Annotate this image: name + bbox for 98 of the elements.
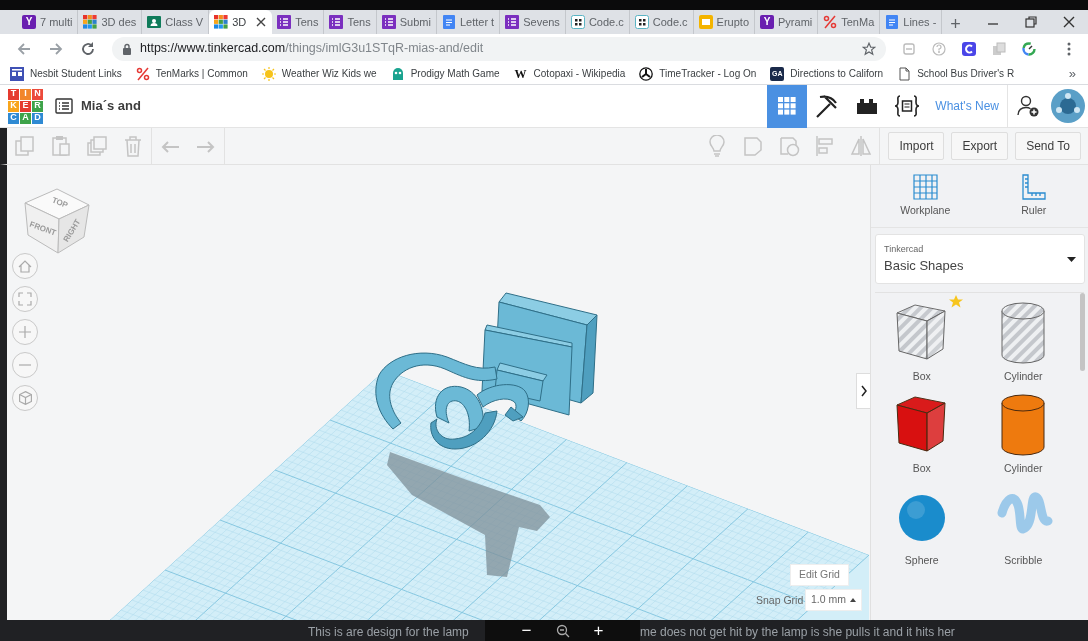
url-text: https://www.tinkercad.com/things/imlG3u1STqR-mias-and/edit	[140, 40, 484, 58]
creature-icon	[390, 66, 405, 81]
grid-icon	[777, 96, 798, 116]
more-bookmarks-button[interactable]: »	[1068, 63, 1076, 84]
shape-item[interactable]: Cylinder	[972, 390, 1074, 477]
fit-view-icon	[18, 292, 32, 306]
bookmark-link[interactable]: TimeTracker - Log On	[639, 66, 757, 81]
zoom-reset-icon[interactable]	[555, 623, 570, 638]
toolbar-button[interactable]: Export	[951, 132, 1009, 160]
workplane-icon	[911, 173, 940, 202]
shape-icon[interactable]	[742, 135, 765, 157]
design-title[interactable]: Mia´s and	[81, 96, 141, 116]
forward-icon[interactable]	[48, 40, 64, 57]
lock-icon	[122, 42, 132, 55]
logo-icon: Y	[22, 15, 36, 29]
browser-tab[interactable]: 3D	[209, 10, 273, 34]
hole-shape-icon[interactable]	[778, 135, 801, 157]
grid-icon	[214, 15, 229, 29]
duplicate-icon[interactable]	[86, 135, 108, 157]
scrollbar[interactable]	[1080, 293, 1085, 371]
slide-icon	[698, 15, 713, 29]
home-icon	[18, 259, 32, 273]
star-icon[interactable]	[862, 41, 876, 56]
copy-icon[interactable]	[992, 41, 1006, 56]
dots-icon	[570, 15, 585, 29]
shape-item[interactable]: Box	[871, 390, 973, 477]
zoom-in-icon	[19, 326, 31, 338]
bookmark-link[interactable]: Prodigy Math Game	[390, 66, 500, 81]
document-icon	[885, 15, 900, 29]
trash-icon[interactable]	[122, 135, 144, 157]
page-icon	[897, 66, 912, 81]
caret-icon	[850, 597, 856, 602]
zoom-out-button[interactable]: −	[521, 622, 532, 639]
shape-item[interactable]: Cylinder	[972, 299, 1074, 385]
percent-icon	[135, 66, 150, 81]
list-icon	[505, 15, 520, 29]
snap-grid-dropdown[interactable]: 1.0 mm	[805, 589, 862, 611]
document-icon	[441, 15, 456, 29]
zoom-in-button[interactable]: +	[593, 622, 604, 639]
list-icon	[277, 15, 292, 29]
menu-icon[interactable]	[1066, 41, 1072, 56]
shape-item[interactable]: Sphere	[871, 482, 973, 569]
toolbar-button[interactable]: Import	[888, 132, 945, 160]
grid-icon	[83, 15, 98, 29]
help-icon[interactable]	[932, 41, 946, 56]
dots-icon	[634, 15, 649, 29]
avatar-icon[interactable]	[1050, 88, 1086, 124]
brick-icon	[856, 97, 879, 115]
panel-tool-button[interactable]: Ruler	[979, 165, 1088, 227]
snap-grid-label: Snap Grid	[756, 593, 804, 608]
copy-icon[interactable]	[14, 135, 36, 157]
zoom-out-button[interactable]	[12, 352, 38, 378]
shape-item[interactable]: Box	[871, 299, 973, 385]
perspective-icon	[18, 391, 32, 405]
back-icon[interactable]	[16, 40, 32, 57]
extension-icon[interactable]	[962, 41, 976, 56]
logo[interactable]: T I N K E R C A D	[8, 88, 43, 124]
edit-grid-button[interactable]: Edit Grid	[790, 564, 849, 586]
bookmark-link[interactable]: School Bus Driver's R	[897, 66, 1015, 81]
list-icon	[381, 15, 396, 29]
chevron-icon	[860, 385, 867, 397]
bookmark-link[interactable]: TenMarks | Common	[135, 66, 248, 81]
person-icon	[147, 15, 162, 29]
perspective-button[interactable]	[12, 385, 38, 411]
panel-toggle-button[interactable]	[856, 373, 870, 409]
add-user-icon	[1016, 94, 1040, 118]
window-icon	[10, 66, 24, 81]
mirror-icon[interactable]	[850, 135, 873, 157]
home-button[interactable]	[12, 253, 38, 279]
caption-text: me does not get hit by the lamp is she pulls it and it hits her	[640, 624, 955, 641]
code-braces-icon	[894, 95, 921, 117]
panel-tool-button[interactable]: Workplane	[871, 165, 980, 227]
gauge-icon[interactable]	[1022, 41, 1036, 56]
close-icon[interactable]	[1062, 15, 1076, 29]
percent-icon	[823, 15, 838, 29]
reload-icon[interactable]	[80, 40, 96, 57]
toolbar-button[interactable]: Send To	[1015, 132, 1081, 160]
library-dropdown[interactable]: Tinkercad Basic Shapes	[875, 234, 1085, 284]
bookmark-link[interactable]: Nesbit Student Links	[10, 66, 122, 81]
address-bar[interactable]: https://www.tinkercad.com/things/imlG3u1STqR-mias-and/edit	[112, 36, 886, 61]
restore-icon[interactable]	[1024, 15, 1038, 29]
clock-icon	[639, 66, 654, 81]
new-tab-button[interactable]: +	[942, 14, 969, 34]
list-icon	[329, 15, 344, 29]
logo-icon: Y	[760, 15, 774, 29]
caret-icon	[1067, 256, 1076, 262]
bookmark-link[interactable]: Weather Wiz Kids we	[261, 66, 377, 81]
paste-icon[interactable]	[50, 135, 72, 157]
zoom-in-button[interactable]	[12, 319, 38, 345]
logo-icon: W	[513, 66, 528, 81]
shape-item[interactable]: Scribble	[972, 482, 1074, 569]
list-icon[interactable]	[55, 98, 73, 114]
caption-text: This is are design for the lamp	[308, 624, 470, 641]
close-icon[interactable]	[256, 17, 267, 27]
sun-icon	[261, 66, 276, 81]
fit-view-button[interactable]	[12, 286, 38, 312]
ruler-icon	[1019, 173, 1048, 202]
bookmark-link[interactable]: W Cotopaxi - Wikipedia	[513, 66, 626, 81]
